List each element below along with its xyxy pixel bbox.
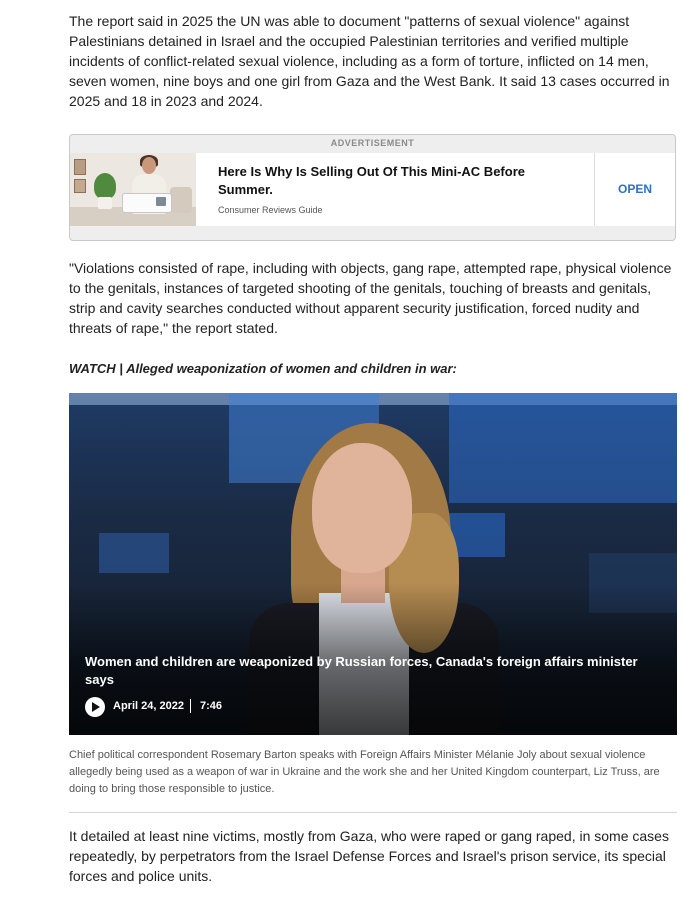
article-paragraph: It detailed at least nine victims, mostl…	[69, 828, 669, 884]
article-paragraph: "Violations consisted of rape, including…	[69, 260, 672, 336]
article-paragraph: The report said in 2025 the UN was able …	[69, 13, 670, 109]
play-icon[interactable]	[85, 697, 105, 717]
video-meta-separator	[190, 699, 191, 713]
ad-headline[interactable]: Here Is Why Is Selling Out Of This Mini-…	[218, 163, 548, 199]
ad-open-button[interactable]: OPEN	[595, 153, 675, 226]
ad-thumbnail-image[interactable]	[70, 153, 196, 226]
watch-label: WATCH | Alleged weaponization of women a…	[69, 361, 457, 376]
ad-label: ADVERTISEMENT	[330, 138, 415, 148]
ad-source: Consumer Reviews Guide	[218, 205, 323, 215]
advertisement-box: ADVERTISEMENT Here Is Why Is Selling Out…	[69, 134, 676, 241]
video-duration: 7:46	[200, 700, 223, 712]
video-caption: Chief political correspondent Rosemary B…	[69, 749, 660, 795]
article-page: The report said in 2025 the UN was able …	[0, 0, 685, 903]
section-divider	[69, 812, 677, 813]
video-title[interactable]: Women and children are weaponized by Rus…	[85, 653, 665, 689]
ad-card[interactable]: Here Is Why Is Selling Out Of This Mini-…	[70, 153, 675, 226]
video-date: April 24, 2022	[113, 700, 184, 712]
video-player[interactable]: Women and children are weaponized by Rus…	[69, 393, 677, 735]
